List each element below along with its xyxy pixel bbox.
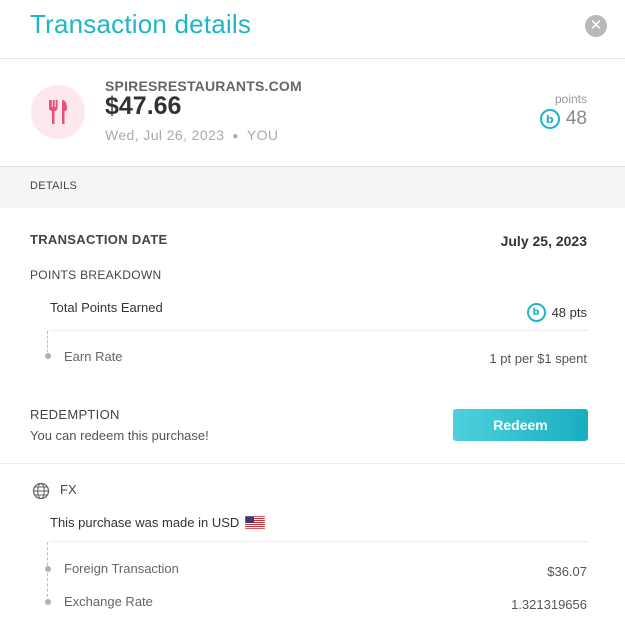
close-icon: ✕	[589, 17, 603, 34]
redeem-button[interactable]: Redeem	[453, 409, 588, 441]
details-section-header: DETAILS	[0, 167, 625, 208]
transaction-date-label: TRANSACTION DATE	[30, 232, 168, 247]
tree-dot	[44, 599, 51, 605]
earn-rate-label: Earn Rate	[64, 349, 123, 364]
fork-knife-icon	[31, 85, 85, 139]
exchange-rate-label: Exchange Rate	[64, 594, 153, 609]
earn-rate-value: 1 pt per $1 spent	[489, 351, 587, 366]
divider	[50, 541, 588, 542]
redemption-label: REDEMPTION	[30, 407, 120, 422]
points-label: points	[554, 92, 587, 106]
redemption-message: You can redeem this purchase!	[30, 428, 209, 443]
separator-dot: ●	[232, 130, 239, 142]
total-points-text: 48 pts	[551, 305, 587, 320]
details-label: DETAILS	[30, 180, 78, 192]
transaction-owner: YOU	[246, 127, 279, 143]
exchange-rate-value: 1.321319656	[511, 597, 587, 612]
transaction-summary: SPIRESRESTAURANTS.COM $47.66 Wed, Jul 26…	[0, 59, 625, 167]
transaction-date-value: July 25, 2023	[500, 233, 587, 249]
modal-header: Transaction details ✕	[0, 0, 625, 59]
globe-icon	[32, 482, 50, 500]
foreign-transaction-label: Foreign Transaction	[64, 561, 179, 576]
points-value: 48	[565, 108, 587, 129]
tree-connector	[47, 542, 48, 602]
points-display: b 48	[539, 108, 587, 130]
close-button[interactable]: ✕	[585, 15, 607, 37]
fx-note: This purchase was made in USD	[50, 515, 266, 530]
fx-note-text: This purchase was made in USD	[50, 515, 240, 530]
divider	[50, 330, 588, 331]
tree-dot	[44, 353, 51, 359]
divider	[0, 463, 625, 464]
page-title: Transaction details	[30, 9, 252, 39]
transaction-meta: Wed, Jul 26, 2023 ● YOU	[105, 127, 278, 143]
points-b-icon: b	[539, 109, 560, 129]
total-points-value: b 48 pts	[526, 303, 587, 322]
points-breakdown-label: POINTS BREAKDOWN	[30, 268, 162, 282]
points-b-icon: b	[526, 303, 546, 322]
total-points-label: Total Points Earned	[50, 300, 163, 315]
foreign-transaction-value: $36.07	[547, 564, 587, 579]
transaction-amount: $47.66	[105, 92, 182, 120]
tree-dot	[44, 566, 51, 572]
transaction-date-short: Wed, Jul 26, 2023	[105, 127, 225, 143]
fx-label: FX	[60, 482, 77, 497]
us-flag-icon	[245, 516, 266, 529]
